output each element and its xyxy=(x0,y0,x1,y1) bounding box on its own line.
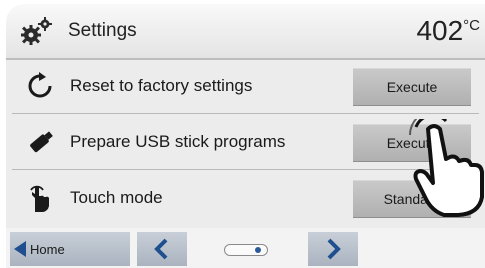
temperature-unit: °C xyxy=(463,17,480,34)
temperature-readout: 402°C xyxy=(416,15,480,47)
chevron-left-icon xyxy=(154,238,168,260)
setting-label: Touch mode xyxy=(70,188,163,207)
setting-row-reset: Reset to factory settings Execute xyxy=(12,60,479,114)
footer-bar: Home xyxy=(6,228,485,268)
setting-label: Prepare USB stick programs xyxy=(70,132,286,151)
gears-icon xyxy=(20,16,54,51)
chevron-right-icon xyxy=(327,238,341,260)
reset-icon xyxy=(26,72,54,105)
usb-stick-icon xyxy=(26,128,56,161)
touch-screen: Settings 402°C Reset to factory settings… xyxy=(6,4,485,268)
home-label: Home xyxy=(30,242,65,257)
setting-label: Reset to factory settings xyxy=(70,76,253,95)
triangle-left-icon xyxy=(14,241,26,260)
touch-hand-icon xyxy=(26,184,54,219)
next-page-button[interactable] xyxy=(308,232,358,266)
reset-execute-button[interactable]: Execute xyxy=(353,68,471,106)
previous-page-button[interactable] xyxy=(137,232,187,266)
header-bar: Settings 402°C xyxy=(6,4,485,60)
temperature-value: 402 xyxy=(416,15,464,46)
page-indicator xyxy=(224,244,268,256)
page-title: Settings xyxy=(68,20,137,41)
pointing-hand-icon xyxy=(406,109,485,224)
page-indicator-dot xyxy=(255,247,261,253)
home-button[interactable]: Home xyxy=(10,232,130,266)
